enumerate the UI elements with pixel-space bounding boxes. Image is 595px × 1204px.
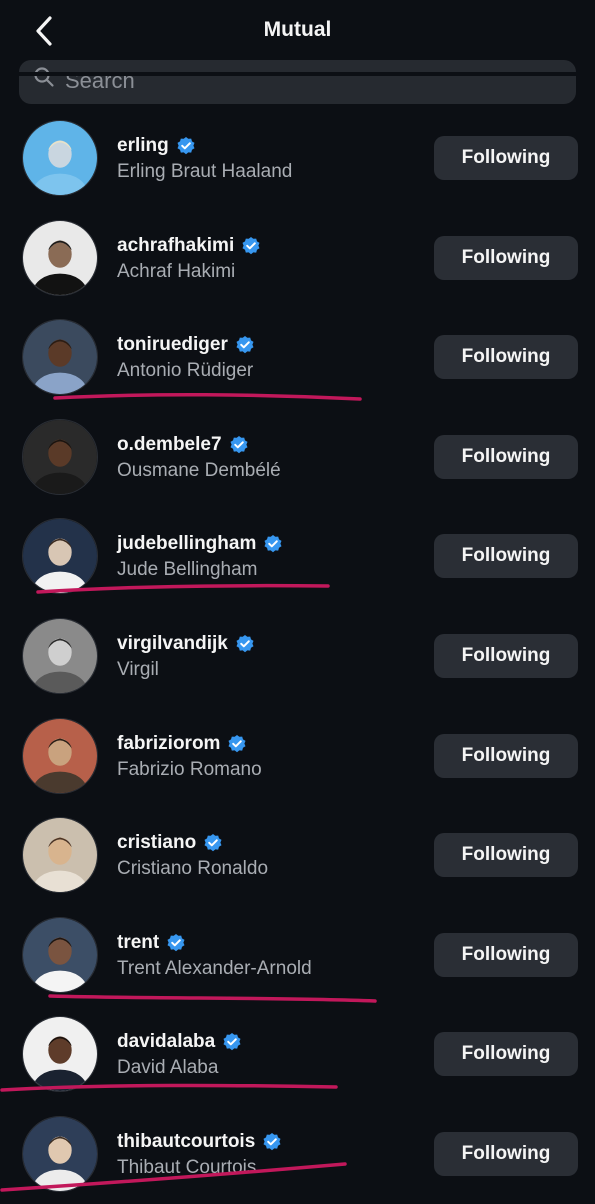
verified-badge-icon — [228, 734, 246, 752]
username-line: judebellingham — [117, 532, 283, 556]
verified-badge-icon — [204, 834, 222, 852]
user-names: o.dembele7 Ousmane Dembélé — [117, 433, 281, 482]
avatar[interactable] — [22, 518, 98, 595]
full-name: Antonio Rüdiger — [117, 360, 254, 382]
full-name: Trent Alexander-Arnold — [117, 957, 312, 979]
username-line: cristiano — [117, 831, 268, 855]
list-item[interactable]: o.dembele7 Ousmane Dembélé Following — [0, 407, 595, 507]
list-item[interactable]: davidalaba David Alaba Following — [0, 1004, 595, 1104]
mutual-list: erling Erling Braut Haaland Following achra… — [0, 108, 595, 1204]
full-name: Thibaut Courtois — [117, 1156, 257, 1178]
username-line: thibautcourtois — [117, 1130, 282, 1154]
avatar[interactable] — [22, 817, 98, 894]
search-input[interactable] — [63, 62, 547, 100]
username[interactable]: fabriziorom — [117, 733, 220, 755]
search-icon — [34, 67, 54, 87]
full-name: David Alaba — [117, 1057, 219, 1079]
page-title: Mutual — [263, 18, 332, 41]
list-item[interactable]: virgilvandijk Virgil Following — [0, 606, 595, 706]
username-line: toniruediger — [117, 333, 255, 357]
verified-badge-icon — [236, 336, 254, 354]
full-name: Virgil — [117, 658, 159, 680]
following-button[interactable]: Following — [434, 932, 578, 977]
full-name: Ousmane Dembélé — [117, 459, 281, 481]
username[interactable]: davidalaba — [117, 1031, 215, 1053]
avatar[interactable] — [22, 717, 98, 794]
full-name: Erling Braut Haaland — [117, 161, 293, 182]
following-button[interactable]: Following — [434, 534, 578, 579]
verified-badge-icon — [242, 236, 260, 254]
following-button[interactable]: Following — [434, 733, 578, 778]
full-name: Jude Bellingham — [117, 559, 258, 581]
full-name: Cristiano Ronaldo — [117, 858, 269, 880]
following-button[interactable]: Following — [434, 1131, 578, 1176]
username-line: trent — [117, 931, 312, 955]
avatar[interactable] — [22, 319, 98, 396]
username[interactable]: virgilvandijk — [117, 633, 228, 655]
user-names: achrafhakimi Achraf Hakimi — [117, 234, 261, 283]
list-item[interactable]: trent Trent Alexander-Arnold Following — [0, 905, 595, 1005]
avatar[interactable] — [22, 916, 98, 993]
user-names: judebellingham Jude Bellingham — [117, 532, 283, 581]
avatar[interactable] — [22, 418, 98, 495]
user-names: erling Erling Braut Haaland — [117, 134, 292, 183]
following-button[interactable]: Following — [434, 1032, 578, 1077]
user-names: toniruediger Antonio Rüdiger — [117, 333, 255, 382]
list-item[interactable]: fabriziorom Fabrizio Romano Following — [0, 706, 595, 806]
user-names: thibautcourtois Thibaut Courtois — [117, 1130, 282, 1179]
verified-badge-icon — [223, 1033, 241, 1051]
username-line: achrafhakimi — [117, 234, 261, 258]
list-item[interactable]: erling Erling Braut Haaland Following — [0, 108, 595, 208]
username-line: fabriziorom — [117, 732, 262, 756]
username-line: virgilvandijk — [117, 632, 255, 656]
username-line: erling — [117, 134, 292, 158]
user-names: fabriziorom Fabrizio Romano — [117, 732, 262, 781]
username[interactable]: erling — [117, 135, 169, 157]
username[interactable]: achrafhakimi — [117, 235, 234, 257]
verified-badge-icon — [264, 535, 282, 553]
user-names: davidalaba David Alaba — [117, 1030, 242, 1079]
verified-badge-icon — [263, 1132, 281, 1151]
verified-badge-icon — [230, 435, 248, 453]
avatar[interactable] — [22, 1016, 98, 1093]
user-names: trent Trent Alexander-Arnold — [117, 931, 312, 980]
following-button[interactable]: Following — [434, 633, 578, 678]
user-names: virgilvandijk Virgil — [117, 632, 255, 681]
username[interactable]: toniruediger — [117, 334, 228, 356]
username[interactable]: trent — [117, 932, 159, 954]
verified-badge-icon — [167, 933, 185, 951]
verified-badge-icon — [177, 137, 195, 155]
full-name: Achraf Hakimi — [117, 260, 236, 282]
following-button[interactable]: Following — [434, 833, 578, 878]
avatar[interactable] — [22, 617, 98, 694]
list-item[interactable]: judebellingham Jude Bellingham Following — [0, 506, 595, 606]
user-names: cristiano Cristiano Ronaldo — [117, 831, 268, 880]
avatar[interactable] — [22, 219, 98, 296]
header-divider — [0, 72, 595, 76]
username[interactable]: cristiano — [117, 832, 196, 854]
full-name: Fabrizio Romano — [117, 758, 262, 780]
username[interactable]: judebellingham — [117, 533, 256, 555]
following-button[interactable]: Following — [434, 136, 578, 180]
following-button[interactable]: Following — [434, 335, 578, 380]
following-button[interactable]: Following — [434, 434, 578, 479]
list-item[interactable]: achrafhakimi Achraf Hakimi Following — [0, 208, 595, 308]
username[interactable]: o.dembele7 — [117, 434, 222, 456]
avatar[interactable] — [22, 1115, 98, 1192]
list-item[interactable]: thibautcourtois Thibaut Courtois Following — [0, 1104, 595, 1204]
following-button[interactable]: Following — [434, 235, 578, 280]
username[interactable]: thibautcourtois — [117, 1131, 255, 1153]
username-line: davidalaba — [117, 1030, 242, 1054]
list-item[interactable]: toniruediger Antonio Rüdiger Following — [0, 307, 595, 407]
verified-badge-icon — [236, 634, 254, 653]
search-bar[interactable] — [19, 60, 576, 104]
username-line: o.dembele7 — [117, 433, 281, 457]
list-item[interactable]: cristiano Cristiano Ronaldo Following — [0, 805, 595, 905]
avatar[interactable] — [22, 120, 98, 196]
